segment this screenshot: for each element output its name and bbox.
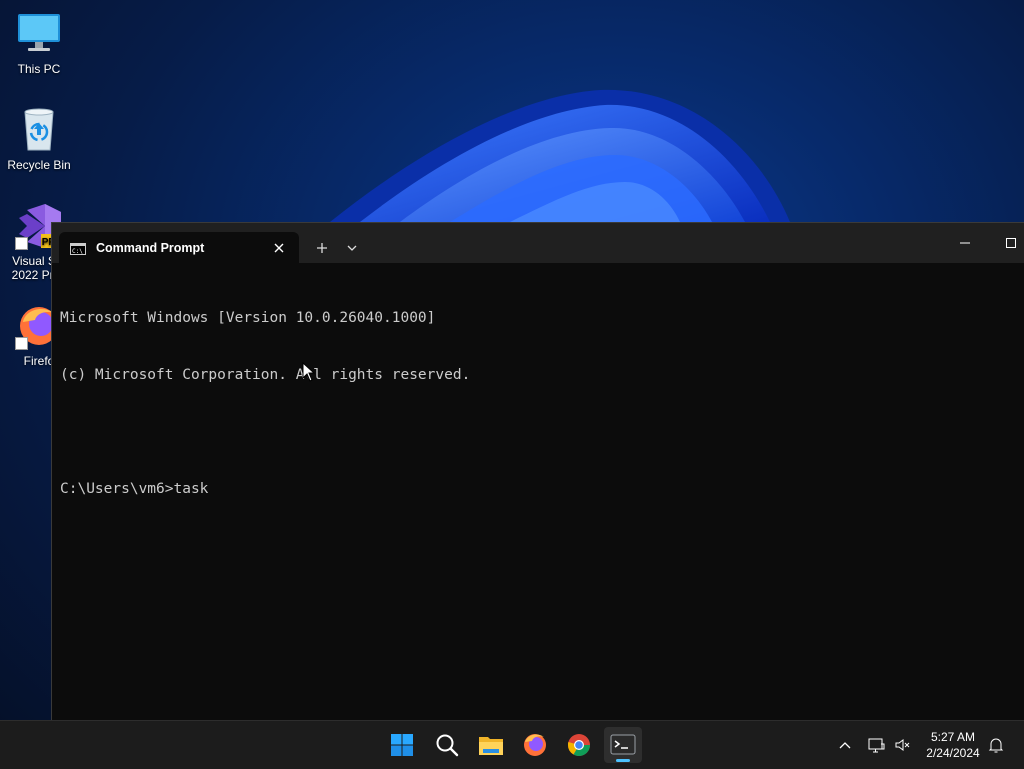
show-hidden-icons-button[interactable] <box>835 735 855 755</box>
desktop-icon-label: Recycle Bin <box>7 158 71 172</box>
folder-icon <box>479 737 503 755</box>
console-line: Microsoft Windows [Version 10.0.26040.10… <box>60 310 436 326</box>
tab-close-button[interactable] <box>269 238 289 258</box>
shortcut-arrow-icon <box>15 337 28 350</box>
terminal-window[interactable]: C:\ Command Prompt Microsoft Windows [Ve… <box>51 222 1024 721</box>
desktop-icon-label: This PC <box>17 62 61 76</box>
mouse-cursor-icon <box>302 362 316 382</box>
network-button[interactable] <box>866 735 886 755</box>
bell-icon <box>988 738 1004 753</box>
recycle-bin-icon <box>15 106 63 154</box>
notifications-button[interactable] <box>986 735 1006 755</box>
network-icon <box>868 738 885 753</box>
new-tab-button[interactable] <box>310 236 334 260</box>
maximize-icon <box>1006 238 1016 248</box>
console-line: (c) Microsoft Corporation. All rights re… <box>60 367 471 383</box>
console-output[interactable]: Microsoft Windows [Version 10.0.26040.10… <box>60 271 470 537</box>
clock-time: 5:27 AM <box>930 730 976 744</box>
file-explorer-button[interactable] <box>473 727 509 763</box>
chrome-icon <box>567 734 590 756</box>
plus-icon <box>317 243 327 253</box>
start-button[interactable] <box>384 727 420 763</box>
tab-title: Command Prompt <box>96 241 205 255</box>
search-button[interactable] <box>429 727 465 763</box>
chrome-taskbar-button[interactable] <box>561 727 597 763</box>
chevron-up-icon <box>839 742 851 749</box>
minimize-icon <box>960 242 970 244</box>
active-indicator <box>616 759 630 762</box>
firefox-icon <box>524 734 546 756</box>
windows-start-icon <box>391 734 413 756</box>
clock-date: 2/24/2024 <box>926 746 980 760</box>
terminal-taskbar-button[interactable] <box>604 727 642 763</box>
command-prompt-line: C:\Users\vm6>task <box>60 481 209 497</box>
speaker-muted-icon <box>895 739 910 751</box>
maximize-button[interactable] <box>996 233 1024 253</box>
terminal-icon <box>610 734 636 755</box>
close-icon <box>274 243 284 253</box>
search-icon <box>436 734 459 757</box>
cmd-icon: C:\ <box>70 242 86 260</box>
taskbar: 5:27 AM 2/24/2024 <box>0 720 1024 769</box>
tab-command-prompt[interactable]: C:\ Command Prompt <box>59 232 299 263</box>
clock[interactable]: 5:27 AM 2/24/2024 <box>920 729 986 761</box>
svg-text:C:\: C:\ <box>72 248 83 255</box>
chevron-down-icon <box>347 245 357 251</box>
title-bar[interactable]: C:\ Command Prompt <box>52 223 1024 263</box>
desktop-icon-label: Firefo <box>23 354 55 368</box>
tab-dropdown-button[interactable] <box>340 236 364 260</box>
desktop-icon-recycle-bin[interactable]: Recycle Bin <box>2 106 76 172</box>
shortcut-arrow-icon <box>15 237 28 250</box>
minimize-button[interactable] <box>950 233 980 253</box>
volume-button[interactable] <box>893 735 913 755</box>
desktop-icon-this-pc[interactable]: This PC <box>2 10 76 76</box>
monitor-icon <box>15 10 63 58</box>
firefox-taskbar-button[interactable] <box>517 727 553 763</box>
